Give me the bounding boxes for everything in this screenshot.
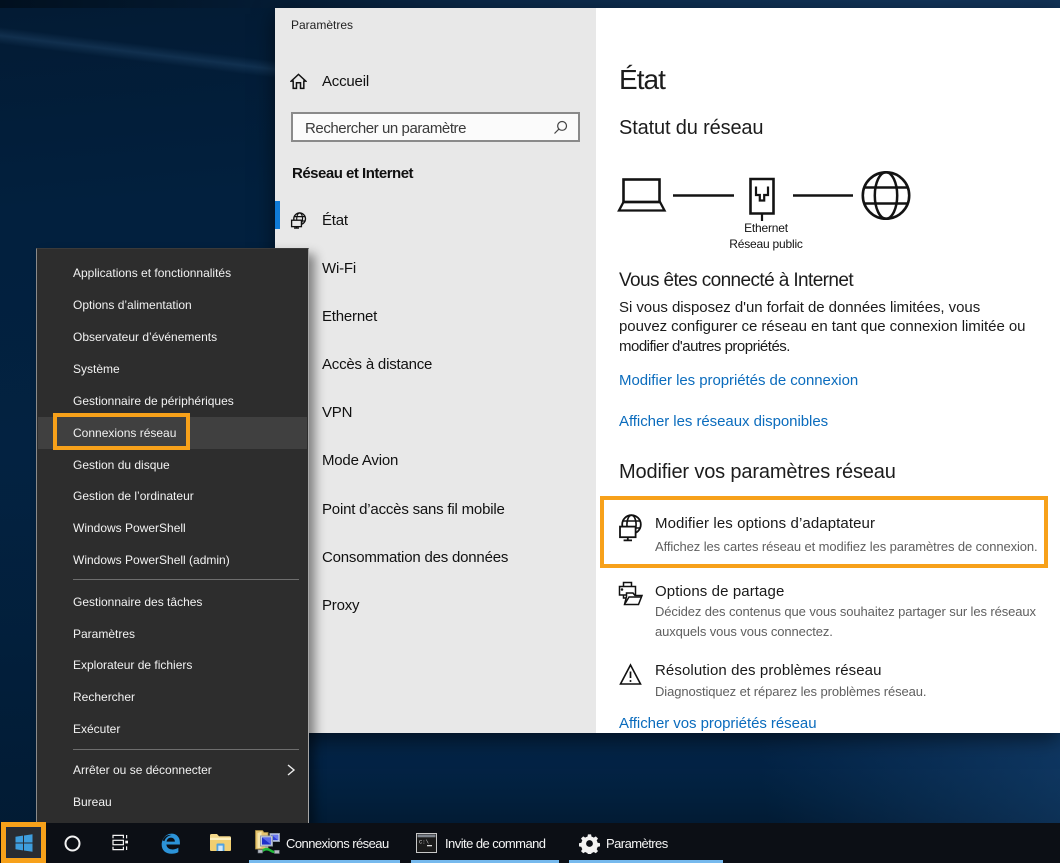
svg-text:C:\: C:\: [419, 839, 429, 846]
